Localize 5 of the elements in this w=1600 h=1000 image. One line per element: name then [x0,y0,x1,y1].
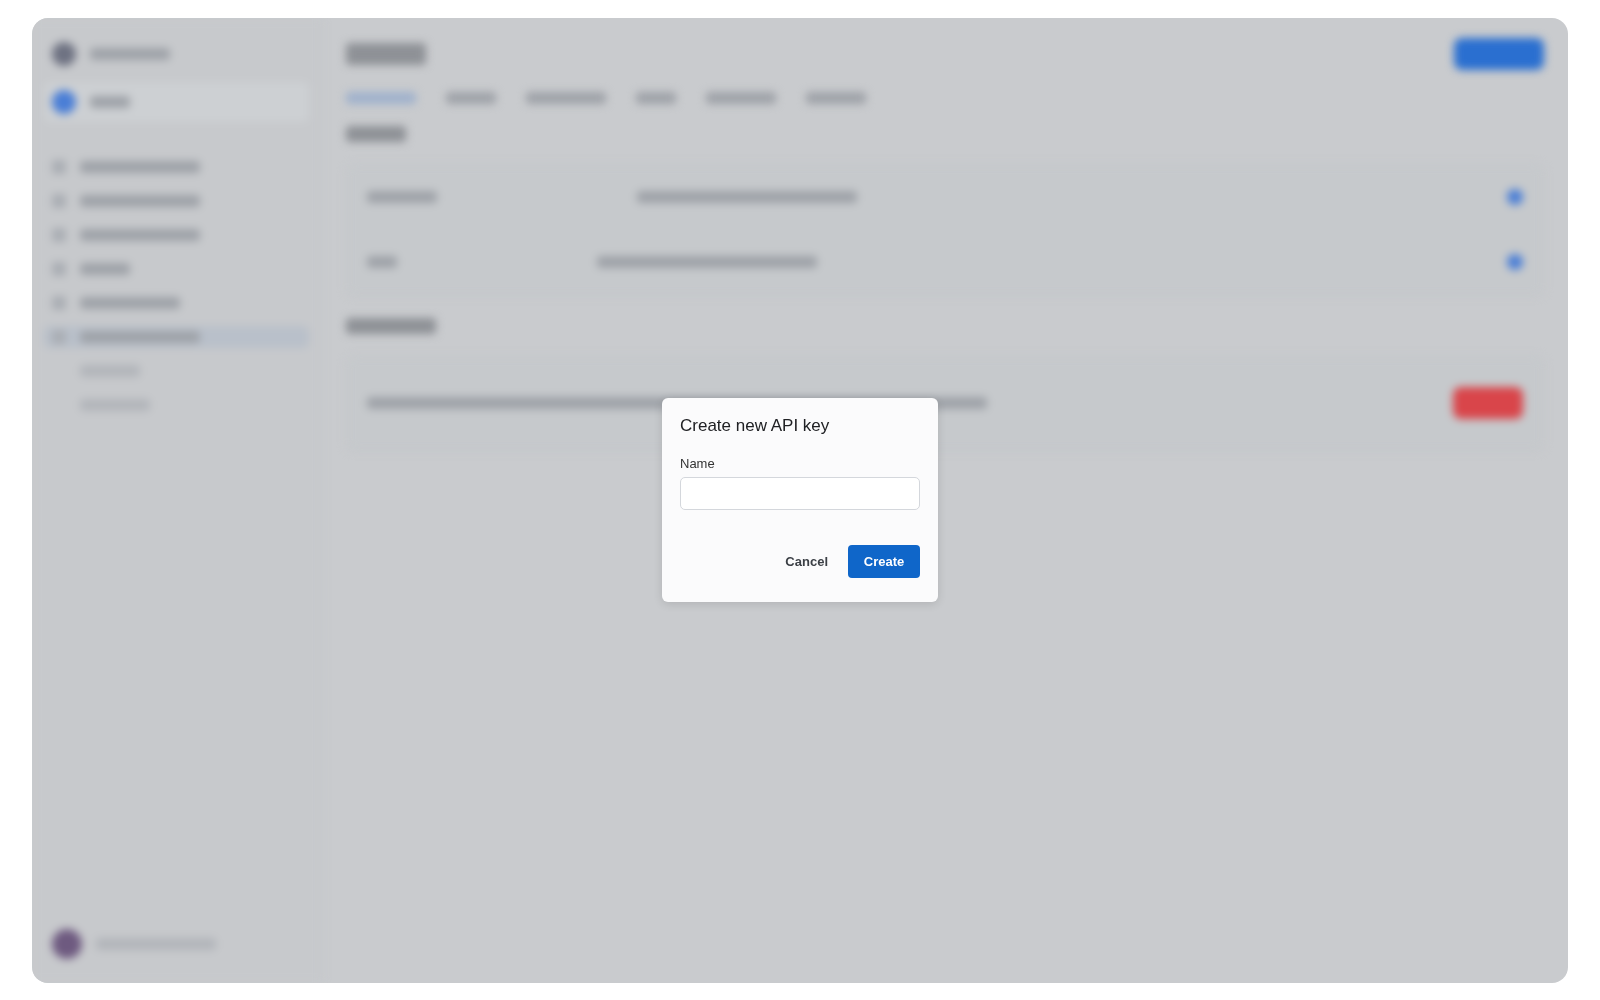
cancel-button[interactable]: Cancel [773,546,840,577]
dialog-title: Create new API key [680,416,831,436]
name-input-field[interactable] [680,477,920,510]
field-label: Name [680,456,716,471]
create-button[interactable]: Create [848,545,920,578]
